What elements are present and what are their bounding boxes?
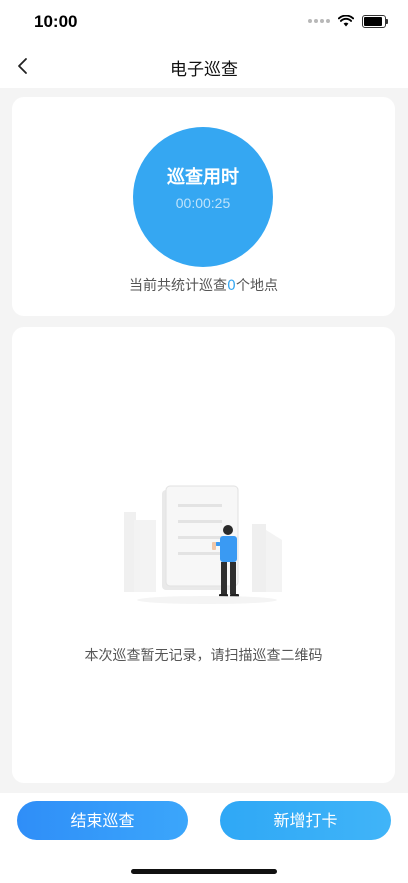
bottom-action-bar: 结束巡查 新增打卡 [0,793,408,883]
page-title: 电子巡查 [170,60,238,80]
nav-bar: 电子巡查 [0,44,408,88]
count-value: 0 [227,278,236,294]
status-time: 10:00 [34,12,78,31]
location-count: 当前共统计巡查0个地点 [12,275,395,295]
battery-icon [362,14,388,28]
empty-state-illustration [124,485,282,604]
timer-label: 巡查用时 [167,167,239,188]
empty-state-message: 本次巡查暂无记录，请扫描巡查二维码 [84,648,323,664]
timer-card: 巡查用时 00:00:25 当前共统计巡查0个地点 [12,97,395,316]
home-indicator[interactable] [131,869,277,874]
wifi-icon [338,15,354,27]
status-icons [308,14,388,28]
records-card: 本次巡查暂无记录，请扫描巡查二维码 [12,327,395,783]
timer-elapsed: 00:00:25 [175,195,231,211]
end-patrol-button[interactable]: 结束巡查 [17,801,188,840]
count-suffix: 个地点 [235,278,278,294]
status-bar: 10:00 [0,0,408,44]
add-checkin-button[interactable]: 新增打卡 [220,801,391,840]
count-prefix: 当前共统计巡查 [129,278,228,294]
timer-circle[interactable]: 巡查用时 00:00:25 [133,127,273,267]
signal-dots-icon [308,19,330,23]
